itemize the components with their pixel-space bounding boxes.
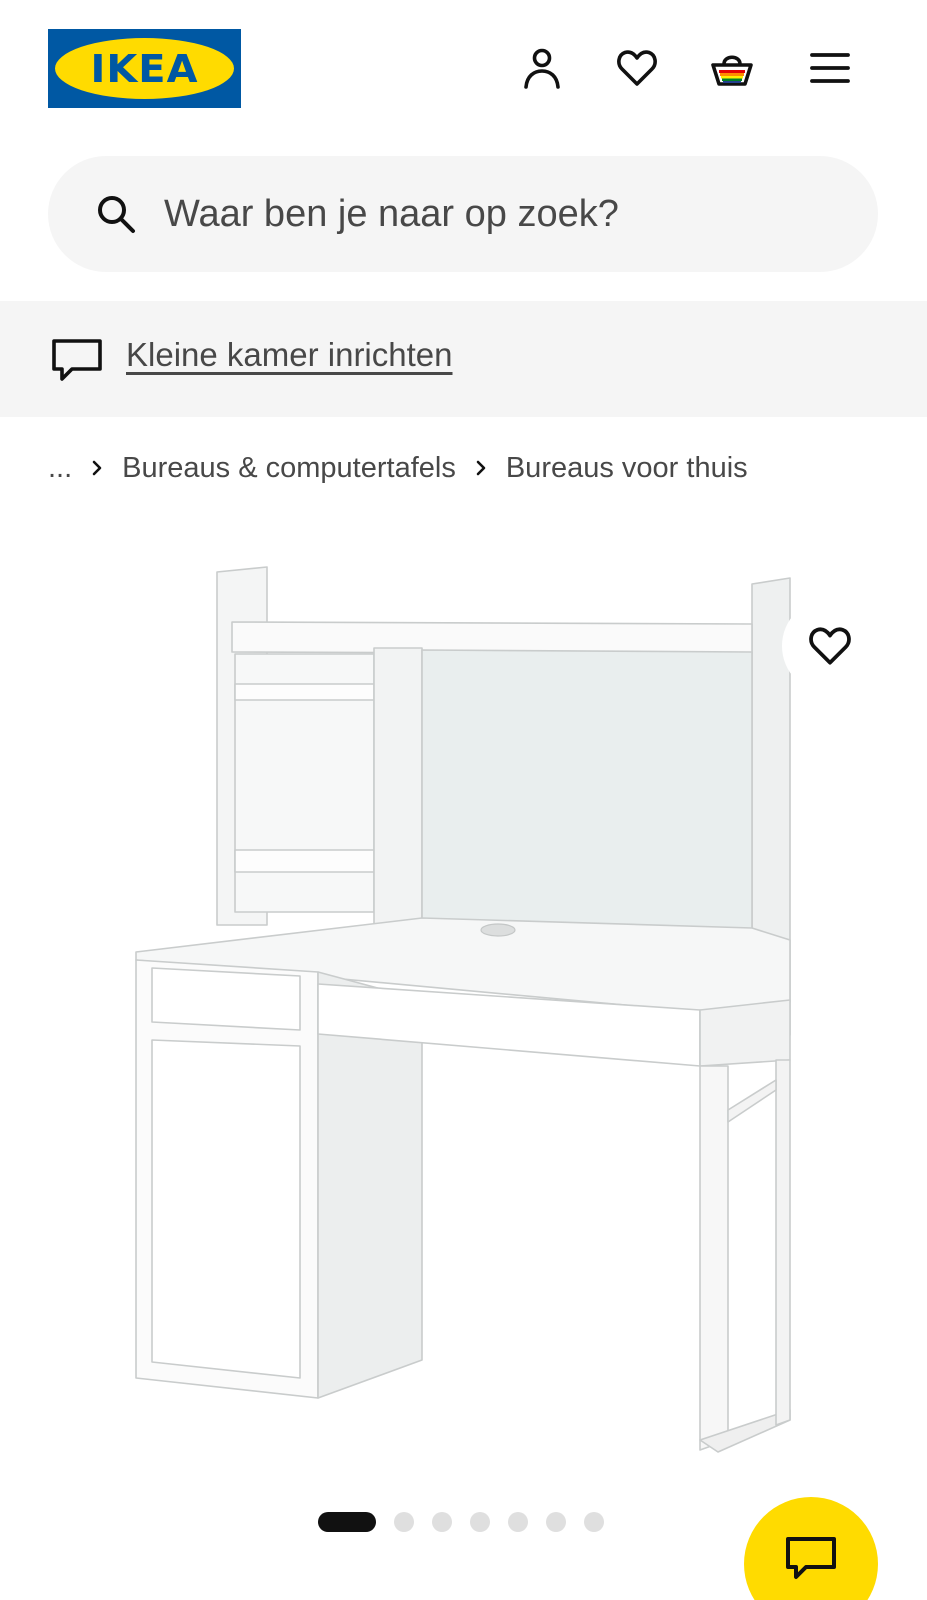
breadcrumb-item-bureaus-computertafels[interactable]: Bureaus & computertafels bbox=[122, 452, 456, 485]
ikea-logo[interactable]: IKEA bbox=[48, 29, 241, 108]
header: IKEA bbox=[0, 0, 927, 140]
breadcrumb-item-bureaus-voor-thuis[interactable]: Bureaus voor thuis bbox=[506, 452, 748, 485]
shopping-bag-icon[interactable] bbox=[708, 44, 756, 92]
chevron-right-icon bbox=[456, 459, 506, 477]
profile-icon[interactable] bbox=[518, 44, 566, 92]
carousel-dot[interactable] bbox=[318, 1512, 376, 1532]
heart-icon bbox=[809, 627, 851, 665]
breadcrumb: ... Bureaus & computertafels Bureaus voo… bbox=[48, 448, 748, 488]
chat-button[interactable] bbox=[744, 1497, 878, 1600]
carousel-indicator bbox=[318, 1512, 622, 1532]
carousel-dot[interactable] bbox=[584, 1512, 604, 1532]
chat-bubble-icon bbox=[52, 339, 102, 381]
add-to-favorites-button[interactable] bbox=[782, 598, 878, 694]
heart-icon[interactable] bbox=[613, 44, 661, 92]
menu-icon[interactable] bbox=[806, 44, 854, 92]
search-icon bbox=[98, 196, 135, 233]
carousel-dot[interactable] bbox=[432, 1512, 452, 1532]
chevron-right-icon bbox=[72, 459, 122, 477]
search-input[interactable] bbox=[164, 176, 844, 252]
inspiration-banner: Kleine kamer inrichten bbox=[0, 301, 927, 417]
breadcrumb-ellipsis[interactable]: ... bbox=[48, 452, 72, 485]
carousel-dot[interactable] bbox=[546, 1512, 566, 1532]
carousel-dot[interactable] bbox=[470, 1512, 490, 1532]
chat-bubble-icon bbox=[786, 1537, 836, 1579]
carousel-dot[interactable] bbox=[394, 1512, 414, 1532]
banner-link[interactable]: Kleine kamer inrichten bbox=[126, 336, 453, 374]
logo-text: IKEA bbox=[90, 46, 199, 91]
search-bar[interactable] bbox=[48, 156, 878, 272]
carousel-dot[interactable] bbox=[508, 1512, 528, 1532]
